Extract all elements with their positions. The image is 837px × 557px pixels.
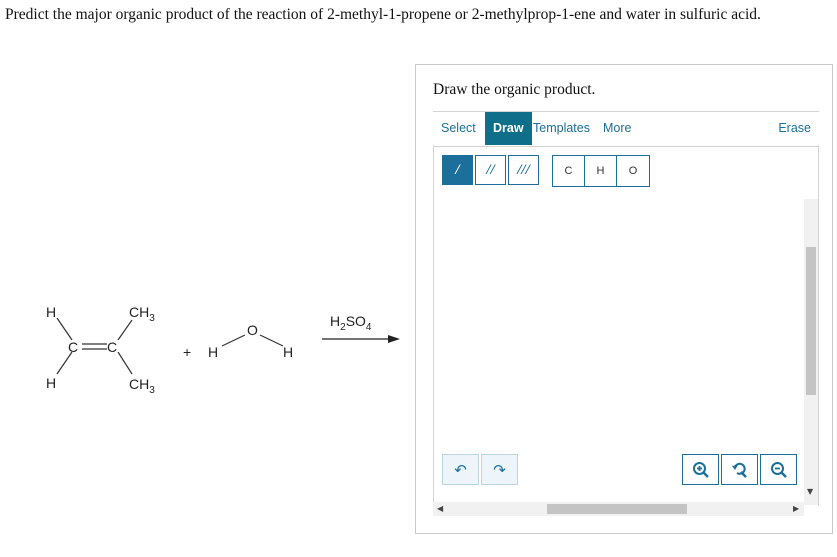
zoom-out-button[interactable] <box>760 454 797 485</box>
ch3-bottom-sub: 3 <box>149 385 155 396</box>
undo-icon: ↶ <box>454 460 467 479</box>
zoom-in-button[interactable] <box>682 454 719 485</box>
bond-tool-group: / // /// <box>442 155 541 187</box>
h-top-label: H <box>46 304 56 320</box>
reagent-so: SO <box>346 313 366 329</box>
reaction-scheme: H H C C CH3 CH3 + H O H H2SO4 <box>46 304 400 396</box>
c-left-label: C <box>68 339 78 355</box>
zoom-group <box>682 454 799 485</box>
tab-more[interactable]: More <box>603 112 631 145</box>
undo-button[interactable]: ↶ <box>442 454 479 485</box>
tab-templates[interactable]: Templates <box>533 112 590 145</box>
single-bond-button[interactable]: / <box>442 155 473 185</box>
bond-h-top <box>56 317 73 341</box>
reagent-h: H <box>330 313 340 329</box>
svg-text:CH3: CH3 <box>129 376 155 396</box>
vertical-scrollbar[interactable] <box>804 199 818 505</box>
atom-tool-group: C H O <box>552 155 650 187</box>
zoom-reset-button[interactable] <box>721 454 758 485</box>
water-h-left: H <box>208 344 218 360</box>
redo-icon: ↷ <box>493 460 506 479</box>
editor-toolbar: Select Draw Templates More Erase <box>433 111 819 147</box>
bond-h-bottom <box>56 351 73 375</box>
atom-h-button[interactable]: H <box>585 156 617 186</box>
zoom-reset-icon <box>731 462 747 478</box>
triple-bond-button[interactable]: /// <box>508 155 539 185</box>
plus-sign: + <box>183 344 191 360</box>
bond-ch3-bottom <box>117 351 133 375</box>
ch3-bottom-label: CH <box>129 376 149 392</box>
bond-water-right <box>259 334 284 347</box>
ch3-top-sub: 3 <box>149 313 155 324</box>
vertical-scroll-thumb[interactable] <box>806 247 816 395</box>
zoom-out-icon <box>770 461 787 478</box>
ch3-top-label: CH <box>129 304 149 320</box>
water-o: O <box>247 322 258 338</box>
reaction-arrow-head <box>388 335 400 343</box>
c-right-label: C <box>107 339 117 355</box>
scroll-left-arrow-icon[interactable]: ◀ <box>437 504 443 513</box>
question-text: Predict the major organic product of the… <box>5 6 761 23</box>
panel-title: Draw the organic product. <box>433 81 596 98</box>
bond-water-left <box>221 334 246 347</box>
drawing-canvas[interactable] <box>433 145 819 506</box>
h-bottom-label: H <box>46 375 56 391</box>
scroll-right-arrow-icon[interactable]: ▶ <box>793 504 799 513</box>
horizontal-scrollbar[interactable]: ◀ ▶ <box>433 502 804 516</box>
horizontal-scroll-thumb[interactable] <box>547 504 687 514</box>
drawing-panel: Draw the organic product. Select Draw Te… <box>415 64 833 534</box>
atom-o-button[interactable]: O <box>617 156 649 186</box>
tab-draw[interactable]: Draw <box>485 112 532 145</box>
svg-text:CH3: CH3 <box>129 304 155 324</box>
svg-text:H2SO4: H2SO4 <box>330 313 372 333</box>
scroll-down-arrow-icon[interactable]: ▼ <box>807 487 813 496</box>
bond-ch3-top <box>117 319 133 341</box>
atom-c-button[interactable]: C <box>553 156 585 186</box>
zoom-in-icon <box>692 461 709 478</box>
reagent-so-sub: 4 <box>366 322 372 333</box>
double-bond-button[interactable]: // <box>475 155 506 185</box>
history-group: ↶ ↷ <box>442 454 520 485</box>
tab-select[interactable]: Select <box>441 112 476 145</box>
redo-button[interactable]: ↷ <box>481 454 518 485</box>
water-h-right: H <box>283 344 293 360</box>
erase-button[interactable]: Erase <box>778 112 811 145</box>
